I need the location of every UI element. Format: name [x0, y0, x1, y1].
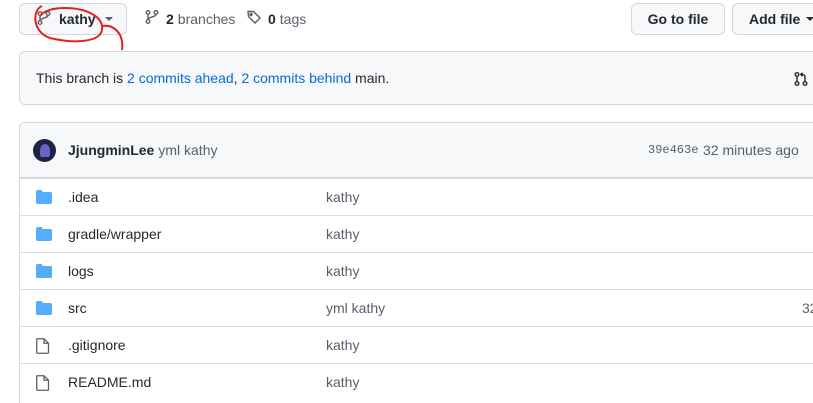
branch-name: kathy [59, 11, 96, 27]
add-file-label: Add file [749, 11, 801, 27]
compare-prefix: This branch is [36, 70, 128, 86]
git-branch-icon [36, 10, 52, 29]
file-row[interactable]: gradle/wrapper kathy [20, 215, 813, 252]
folder-icon [36, 264, 52, 281]
go-to-file-button[interactable]: Go to file [631, 3, 725, 35]
commit-author-link[interactable]: JjungminLee [68, 142, 154, 158]
branches-count: 2 [166, 10, 174, 27]
file-row[interactable]: .gitignore kathy [20, 326, 813, 363]
file-commit-message[interactable]: kathy [326, 374, 359, 390]
file-commit-message[interactable]: kathy [326, 337, 359, 353]
avatar[interactable] [33, 138, 56, 162]
file-name-link[interactable]: logs [68, 263, 94, 279]
branch-compare-banner: This branch is 2 commits ahead , 2 commi… [19, 51, 813, 105]
commits-behind-link[interactable]: 2 commits behind [241, 70, 351, 86]
folder-icon [36, 227, 52, 244]
file-name-link[interactable]: README.md [68, 374, 151, 390]
git-branch-icon [144, 9, 160, 28]
branch-selector-button[interactable]: kathy [19, 3, 127, 35]
file-commit-message[interactable]: kathy [326, 189, 359, 205]
file-icon [36, 375, 50, 394]
file-icon [36, 338, 50, 357]
compare-sep: , [233, 70, 242, 86]
tags-link[interactable]: 0 tags [246, 9, 306, 28]
go-to-file-label: Go to file [647, 11, 709, 27]
pull-request-icon[interactable] [793, 71, 809, 90]
folder-icon [36, 301, 52, 318]
branches-link[interactable]: 2 branches [144, 9, 235, 28]
chevron-down-icon [104, 17, 113, 21]
file-name-link[interactable]: gradle/wrapper [68, 226, 161, 242]
file-row[interactable]: logs kathy [20, 252, 813, 289]
file-row[interactable]: README.md kathy [20, 363, 813, 400]
file-row[interactable]: .idea kathy [20, 178, 813, 215]
compare-base: main. [351, 70, 390, 86]
tag-icon [246, 9, 262, 28]
file-commit-message[interactable]: kathy [326, 226, 359, 242]
tags-count: 0 [268, 10, 276, 27]
file-name-link[interactable]: .gitignore [68, 337, 126, 353]
file-row[interactable]: src yml kathy 32 [20, 289, 813, 326]
commits-ahead-link[interactable]: 2 commits ahead [127, 70, 234, 86]
file-commit-message[interactable]: kathy [326, 263, 359, 279]
add-file-button[interactable]: Add file [732, 3, 813, 35]
commit-time: 32 minutes ago [703, 142, 799, 158]
commit-message-link[interactable]: yml kathy [158, 142, 217, 158]
file-name-link[interactable]: src [68, 300, 87, 316]
file-name-link[interactable]: .idea [68, 189, 98, 205]
file-commit-time: 32 [802, 300, 813, 316]
branches-label: branches [177, 10, 236, 27]
chevron-down-icon [806, 17, 813, 21]
commit-sha-link[interactable]: 39e463e [648, 143, 698, 157]
latest-commit-bar: JjungminLee yml kathy 39e463e 32 minutes… [20, 123, 813, 178]
file-browser: JjungminLee yml kathy 39e463e 32 minutes… [19, 122, 813, 403]
file-commit-message[interactable]: yml kathy [326, 300, 385, 316]
tags-label: tags [279, 10, 307, 27]
folder-icon [36, 190, 52, 207]
